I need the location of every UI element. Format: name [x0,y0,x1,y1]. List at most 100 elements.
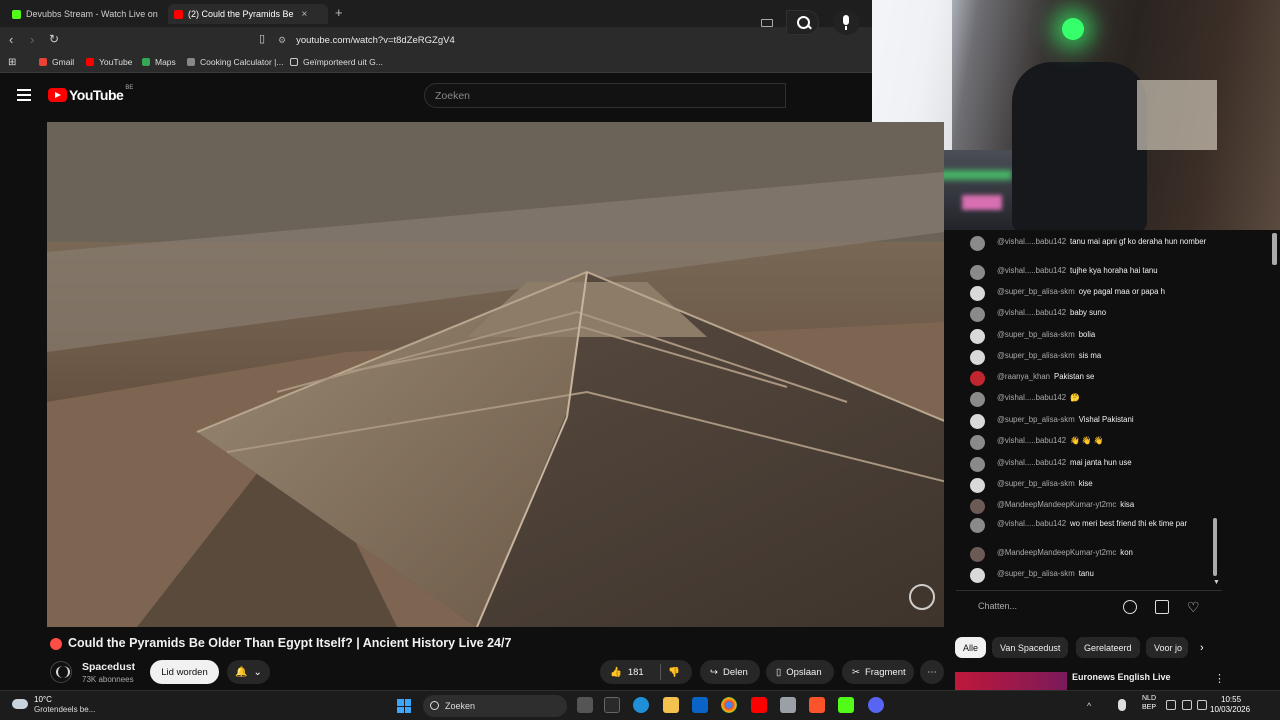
browser-toolbar: ‹ › ↻ ▯ ⚙ youtube.com/watch?v=t8dZeRGZgV… [0,27,872,53]
thumbs-up-icon[interactable]: 👍 [610,667,622,678]
bookmark-maps[interactable]: Maps [142,57,176,67]
search-input[interactable]: Zoeken [424,83,786,108]
chat-avatar [970,371,985,386]
chip-all[interactable]: Alle [955,637,987,658]
notification-bell-button[interactable]: 🔔 ⌄ [227,660,270,684]
keyboard-language[interactable]: NLD [1142,695,1156,702]
search-button[interactable] [786,10,819,35]
url-text: youtube.com/watch?v=t8dZeRGZgV4 [296,34,455,46]
chevron-right-icon[interactable]: › [1200,642,1204,654]
emoji-icon[interactable] [1123,600,1137,614]
discord-icon[interactable] [868,697,884,713]
chat-message: @vishal.....babu142 tanu mai apni gf ko d… [970,236,1210,251]
task-view-icon[interactable] [577,697,593,713]
outlook-icon[interactable] [692,697,708,713]
browser-tab[interactable]: Devubbs Stream - Watch Live on [6,4,164,24]
youtube-play-icon [48,88,67,102]
chip-for-you[interactable]: Voor jo [1146,637,1188,658]
folder-icon [290,58,298,66]
chat-avatar [970,499,985,514]
chat-message: @super_bp_alisa-skm tanu [970,568,1210,583]
chrome-icon[interactable] [721,697,737,713]
channel-name[interactable]: Spacedust [82,661,135,673]
scroll-down-arrow-icon[interactable]: ▼ [1213,579,1220,586]
chat-avatar [970,568,985,583]
live-indicator-icon [50,638,62,650]
page-scrollbar[interactable] [1272,233,1277,265]
weather-temperature[interactable]: 10°C [34,695,52,704]
bookmark-youtube[interactable]: YouTube [86,57,132,67]
new-tab-button[interactable]: + [335,5,343,20]
save-bookmark-icon: ▯ [776,666,782,678]
voice-search-mic-icon[interactable] [833,10,860,35]
youtube-header: YouTube BE Zoeken [0,73,872,118]
tab-label: (2) Could the Pyramids Be [188,9,294,19]
site-info-icon[interactable]: ⚙ [278,35,286,46]
video-player[interactable] [47,122,944,627]
recommended-video-thumbnail[interactable] [955,672,1067,690]
windows-start-icon[interactable] [397,699,411,713]
chip-from-channel[interactable]: Van Spacedust [992,637,1069,658]
microphone-icon[interactable] [1118,699,1126,711]
battery-icon[interactable] [1197,700,1207,710]
clock-date[interactable]: 10/03/2026 [1210,705,1250,714]
chip-related[interactable]: Gerelateerd [1076,637,1140,658]
live-chat-panel: @vishal.....babu142 tanu mai apni gf ko d… [956,230,1222,590]
chat-message: @vishal.....babu142 wo meri best friend t… [970,518,1210,533]
scissors-icon: ✂ [852,666,860,678]
logo-wordmark: YouTube [69,87,124,103]
youtube-app-icon[interactable] [751,697,767,713]
bookmark-cooking-calculator[interactable]: Cooking Calculator |... [187,57,283,67]
calculator-icon[interactable] [780,697,796,713]
address-bar[interactable]: ⚙ youtube.com/watch?v=t8dZeRGZgV4 [278,30,868,50]
close-tab-icon[interactable]: × [302,9,308,20]
bookmark-folder-imported[interactable]: Geïmporteerd uit G... [290,57,383,67]
bookmark-icon[interactable]: ▯ [259,32,265,45]
chevron-up-icon[interactable]: ^ [1087,701,1097,711]
channel-avatar[interactable] [50,661,72,683]
chat-message: @vishal.....babu142 🤔 [970,392,1210,407]
recommended-video-title[interactable]: Euronews English Live [1072,672,1171,682]
apps-grid-icon[interactable]: ⊞ [8,57,16,68]
clock-time[interactable]: 10:55 [1221,695,1241,704]
youtube-logo[interactable]: YouTube BE [48,85,133,103]
save-button[interactable]: ▯ Opslaan [766,660,834,684]
reload-icon[interactable]: ↻ [49,32,59,46]
video-title: Could the Pyramids Be Older Than Egypt I… [68,636,512,650]
brave-icon[interactable] [809,697,825,713]
join-button[interactable]: Lid worden [150,660,219,684]
chat-message: @super_bp_alisa-skm kise [970,478,1210,493]
chat-avatar [970,414,985,429]
like-dislike-button[interactable]: 👍 181 👎 [600,660,692,684]
windows-taskbar: 10°C Grotendeels be... Zoeken ^ NLD BEP … [0,690,1280,720]
edge-icon[interactable] [633,697,649,713]
chat-input[interactable]: Chatten... [978,601,1017,611]
file-explorer-icon[interactable] [663,697,679,713]
heart-icon[interactable]: ♡ [1187,600,1201,614]
volume-icon[interactable] [1182,700,1192,710]
channel-watermark-icon[interactable] [909,584,935,610]
chat-scrollbar[interactable] [1213,518,1217,576]
browser-tab-active[interactable]: (2) Could the Pyramids Be × [168,4,328,24]
weather-description[interactable]: Grotendeels be... [34,705,95,714]
chat-message: @vishal.....babu142 baby suno [970,307,1210,322]
widgets-icon[interactable] [604,697,620,713]
forward-arrow-icon[interactable]: › [30,32,34,47]
more-actions-icon[interactable]: ⋯ [920,660,944,684]
chat-avatar [970,350,985,365]
chat-message: @raanya_khan Pakistan se [970,371,1210,386]
cloud-icon[interactable] [12,699,28,709]
thumbs-down-icon[interactable]: 👎 [668,667,680,678]
wifi-icon[interactable] [1166,700,1176,710]
more-vertical-icon[interactable]: ⋮ [1214,672,1225,685]
bookmark-gmail[interactable]: Gmail [39,57,74,67]
keyboard-icon[interactable] [761,19,773,27]
super-chat-icon[interactable] [1155,600,1169,614]
back-arrow-icon[interactable]: ‹ [9,32,13,47]
clip-button[interactable]: ✂ Fragment [842,660,914,684]
keyboard-layout[interactable]: BEP [1142,704,1156,711]
share-button[interactable]: ↪ Delen [700,660,760,684]
hamburger-menu-icon[interactable] [17,89,31,101]
taskbar-search[interactable]: Zoeken [423,695,567,717]
kick-app-icon[interactable] [838,697,854,713]
